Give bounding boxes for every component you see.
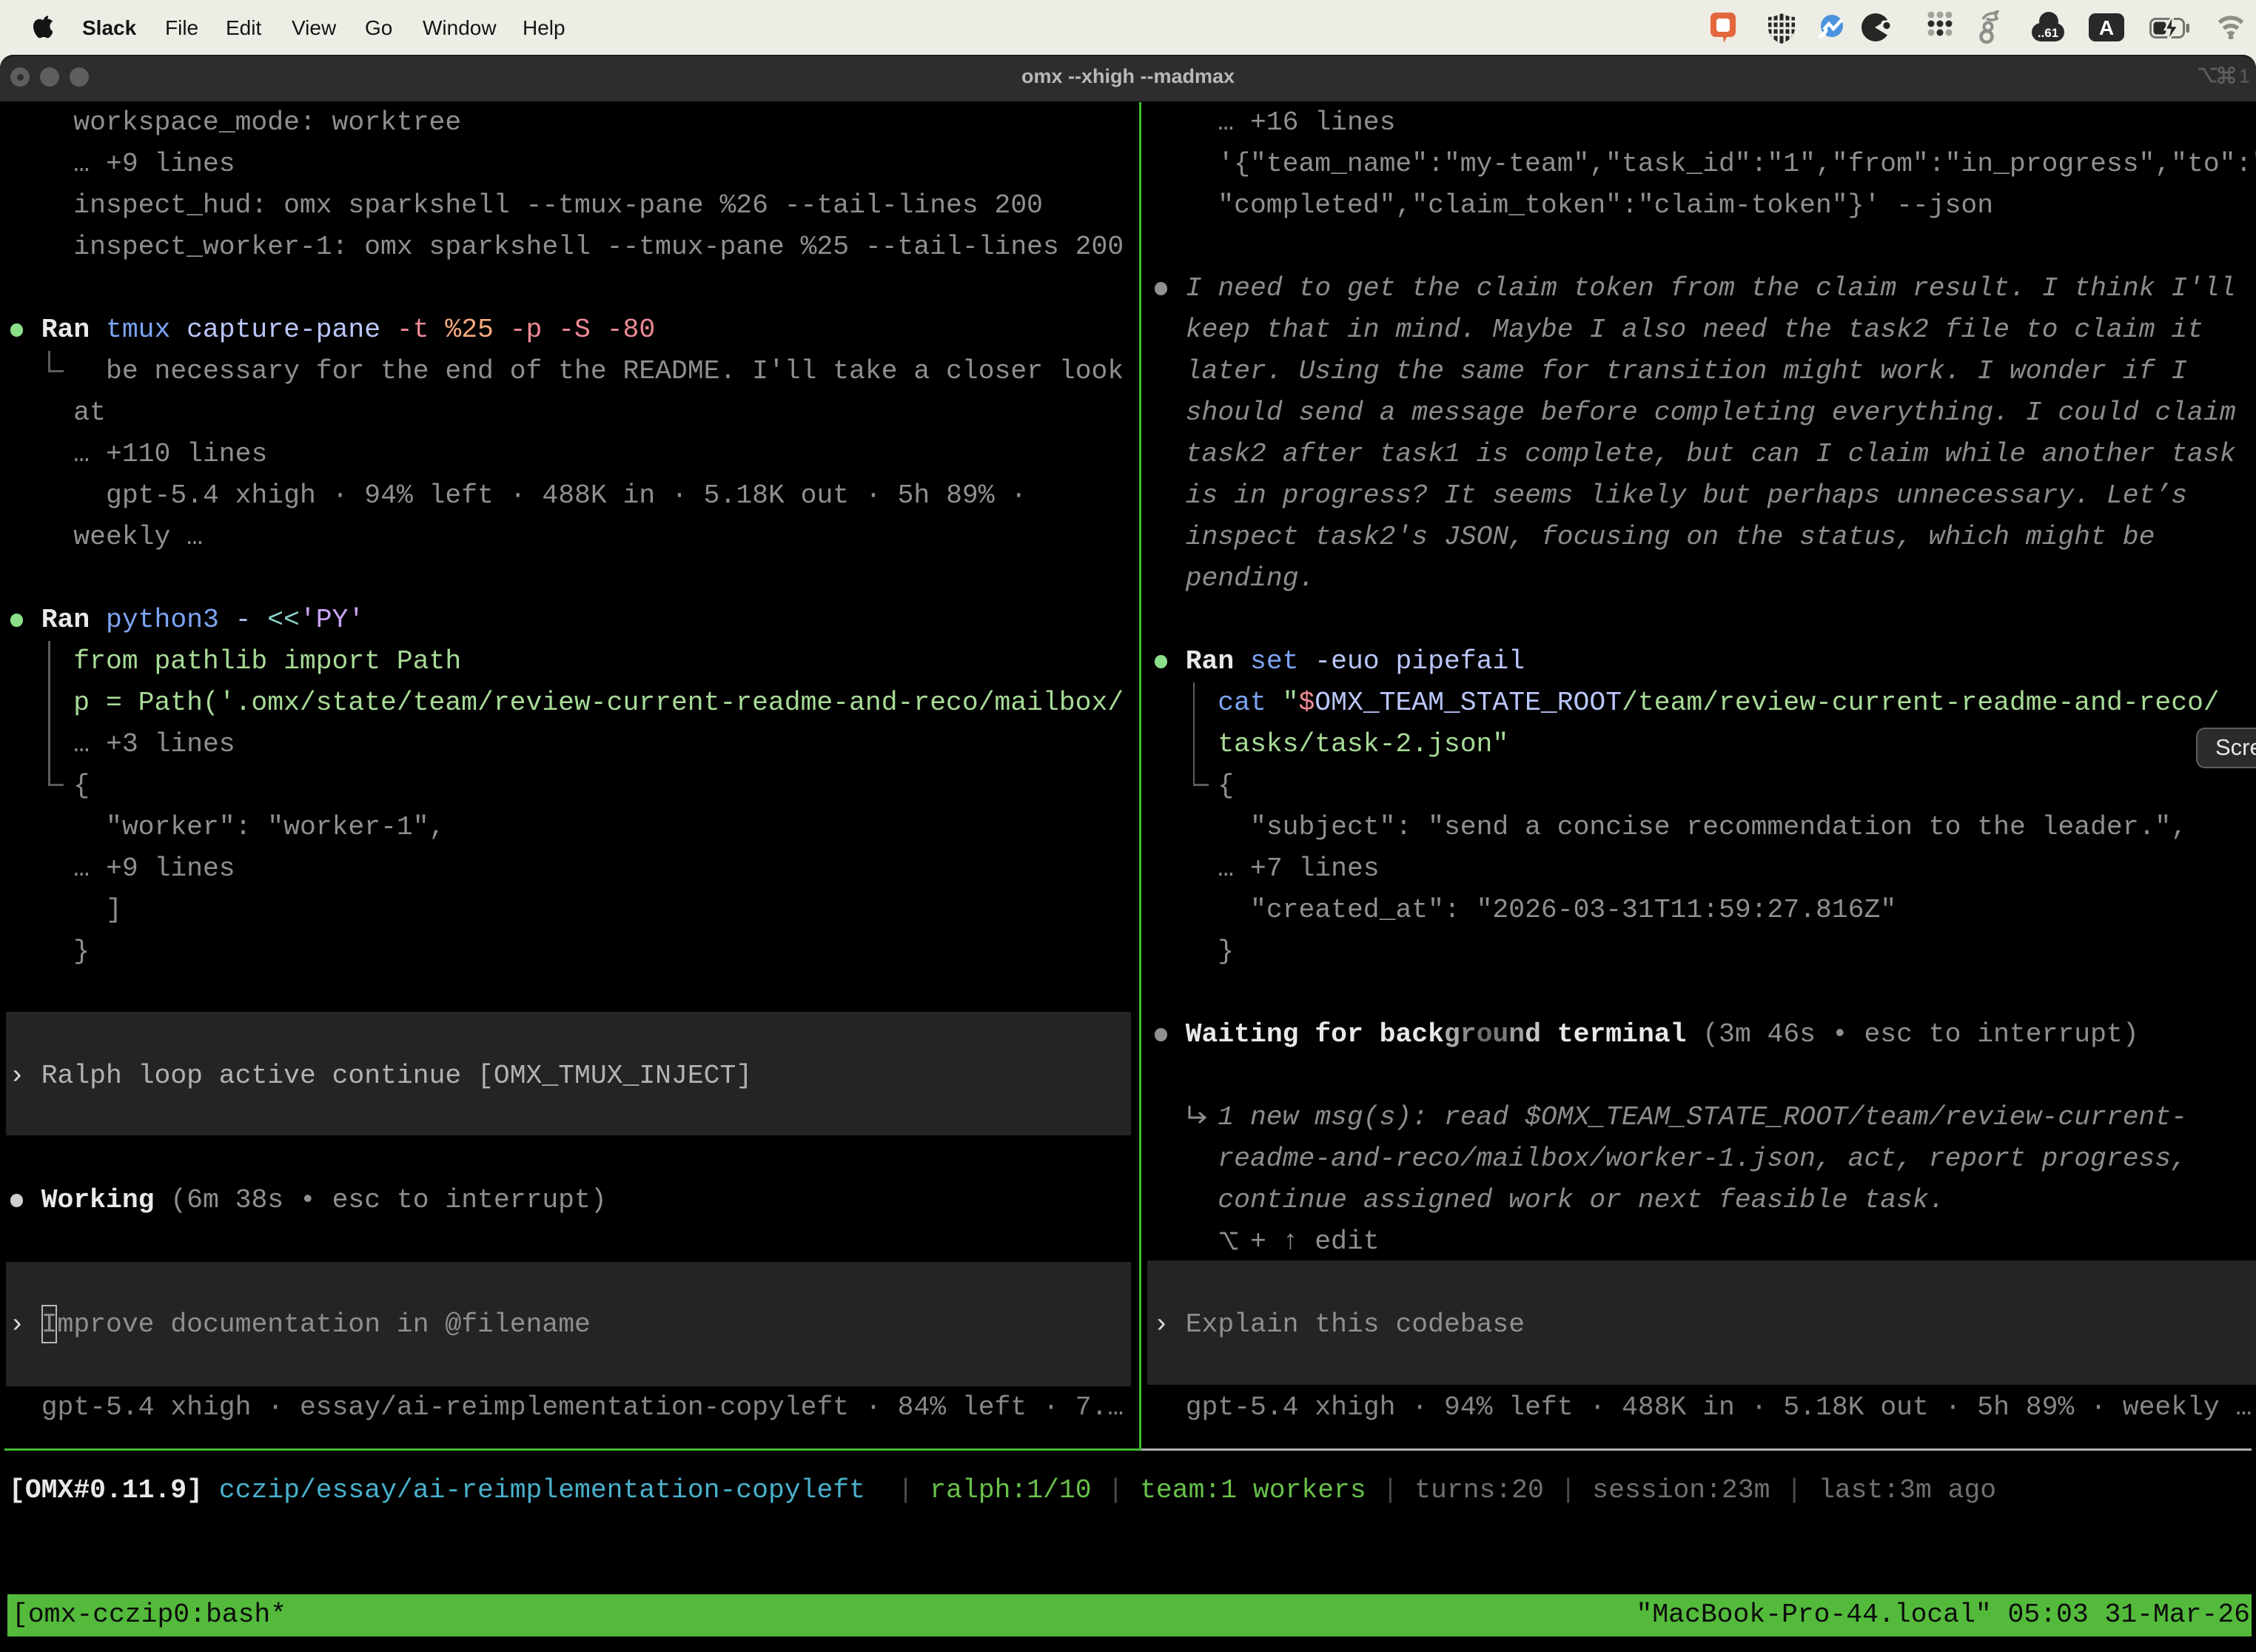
svg-text:1: 1 [2239,66,2249,85]
svg-text:..61: ..61 [2038,26,2058,40]
svg-text:A: A [2099,16,2114,39]
